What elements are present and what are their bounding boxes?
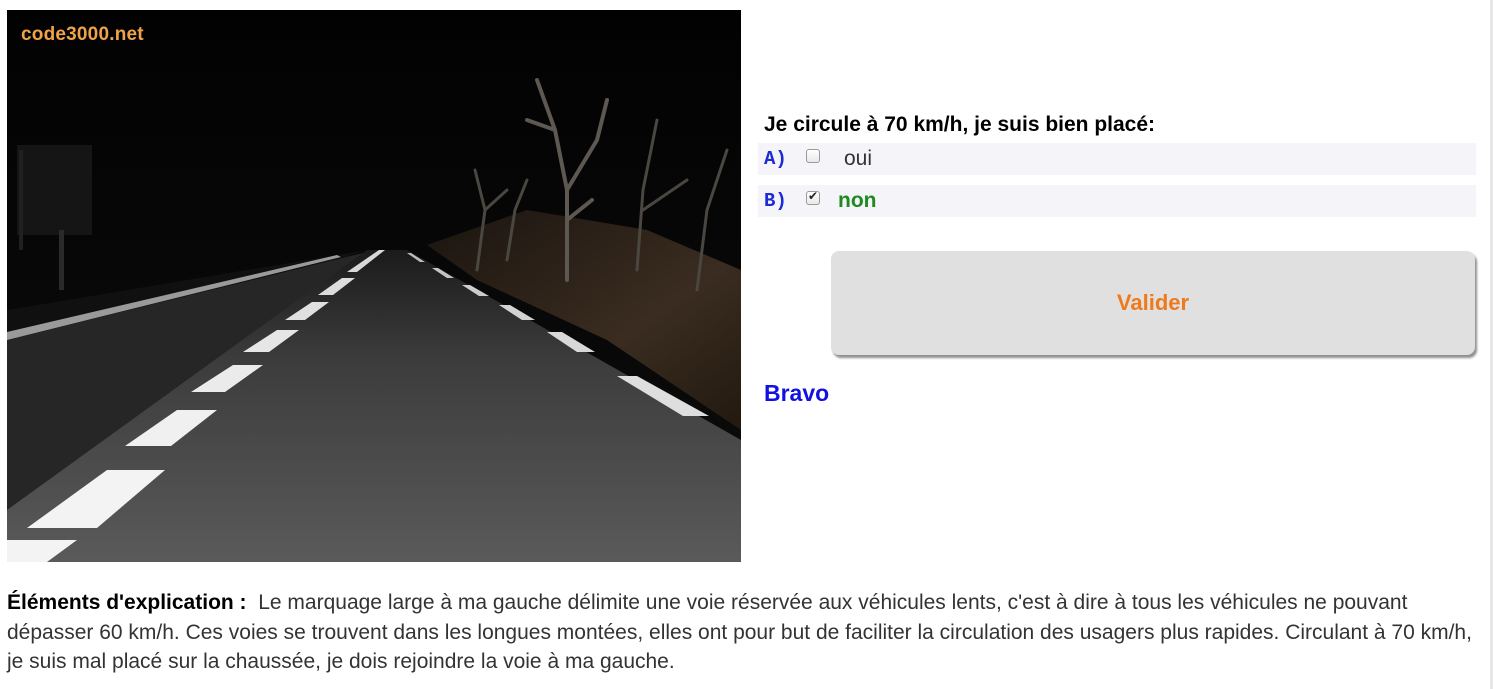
feedback-text: Bravo: [764, 380, 830, 406]
question-text: Je circule à 70 km/h, je suis bien placé…: [764, 113, 1156, 136]
answer-checkbox-b[interactable]: [806, 189, 820, 205]
explanation-paragraph: Éléments d'explication : Le marquage lar…: [7, 588, 1477, 677]
watermark-text: code3000.net: [21, 24, 144, 45]
answer-letter-b: B): [764, 190, 787, 212]
explanation-label: Éléments d'explication :: [7, 591, 247, 614]
answer-checkbox-a[interactable]: [806, 149, 820, 163]
answer-text-a: oui: [844, 147, 873, 170]
answer-row-b[interactable]: B) non: [758, 185, 1476, 217]
answer-text-b: non: [838, 189, 877, 212]
answer-letter-a: A): [764, 148, 787, 170]
validate-button[interactable]: Valider: [831, 251, 1475, 355]
night-road-image: [7, 10, 741, 562]
quiz-panel: Je circule à 70 km/h, je suis bien placé…: [758, 110, 1476, 406]
answer-row-a[interactable]: A) oui: [758, 143, 1476, 175]
question-photo: code3000.net: [7, 10, 741, 562]
